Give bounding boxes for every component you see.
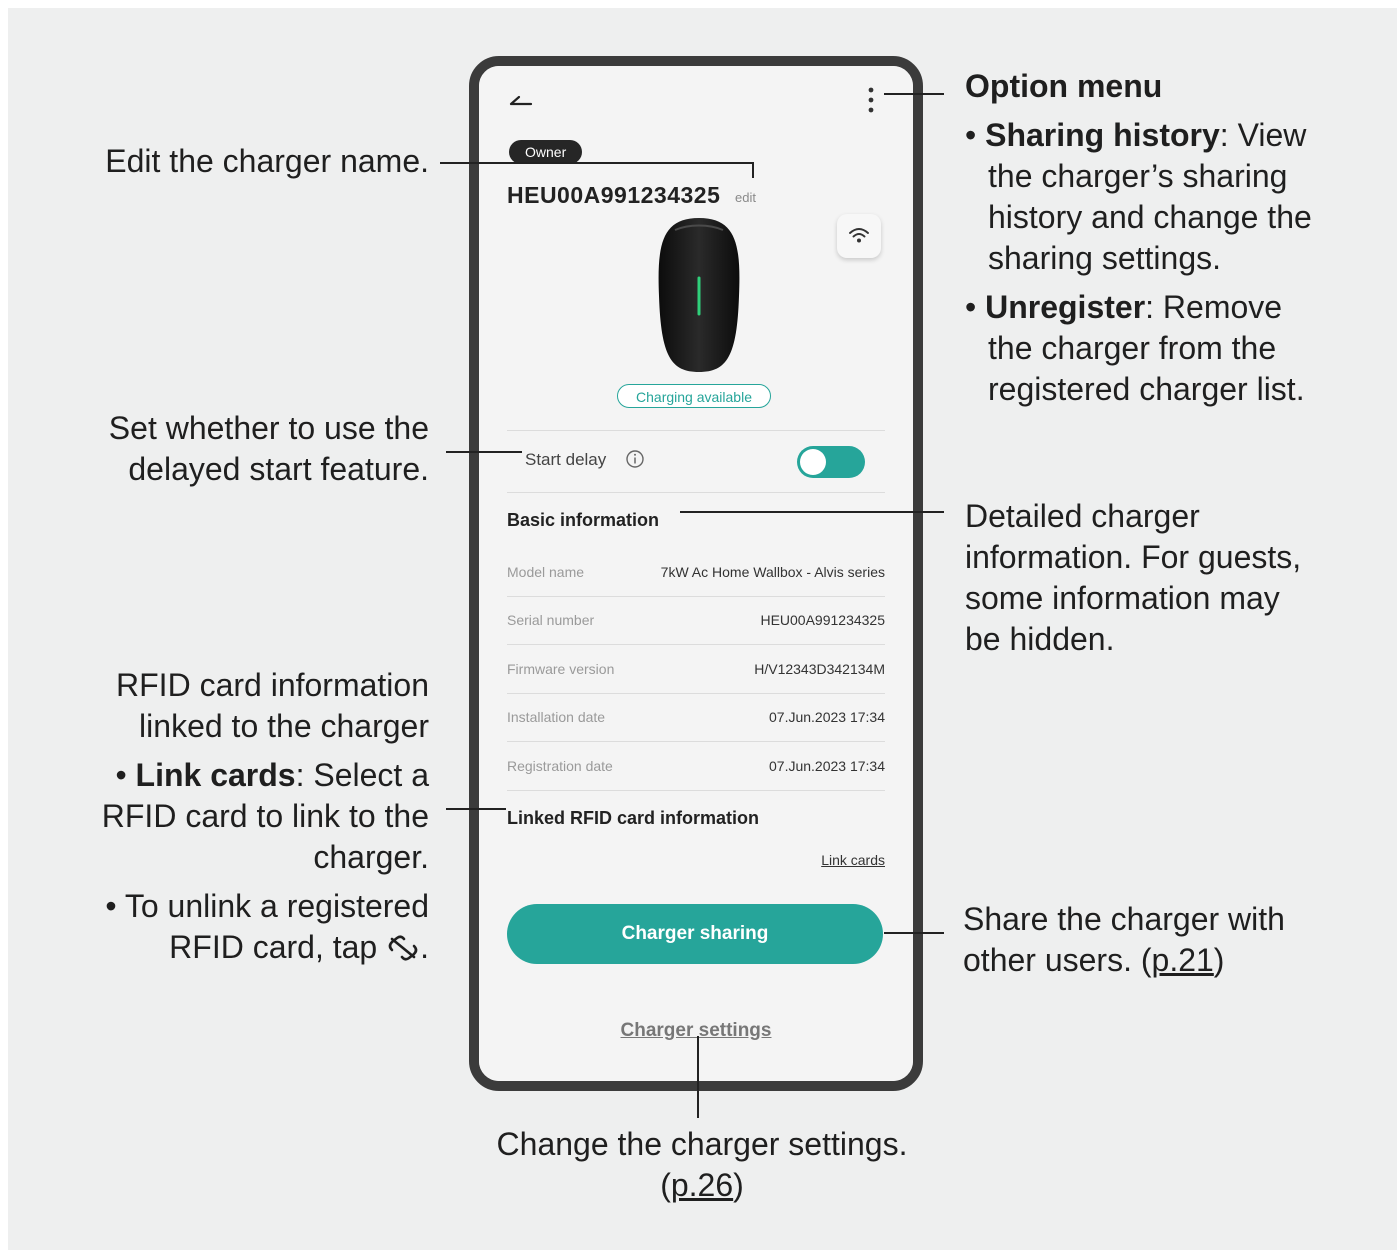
callout-text: Change the charger settings. [496, 1126, 908, 1162]
callout-text: : Remove [1145, 289, 1283, 325]
divider [507, 430, 885, 431]
divider [507, 741, 885, 742]
callout-text: Detailed charger [965, 498, 1200, 534]
callout-text: Set whether to use the [108, 410, 429, 446]
info-icon[interactable] [625, 449, 645, 469]
callout-text: ) [733, 1167, 744, 1203]
row-value: 07.Jun.2023 17:34 [769, 709, 885, 725]
callout-title: Option menu [965, 68, 1163, 104]
row-value: 7kW Ac Home Wallbox - Alvis series [660, 564, 885, 580]
callout-text: ( [660, 1167, 671, 1203]
leader-line [884, 93, 944, 95]
page-reference-link[interactable]: p.26 [671, 1167, 733, 1203]
link-cards-link[interactable]: Link cards [821, 852, 885, 868]
divider [507, 644, 885, 645]
callout-line: other users. (p.21) [963, 940, 1383, 981]
divider [507, 492, 885, 493]
callout-text: ) [1213, 942, 1225, 978]
callout-text: sharing settings. [988, 240, 1222, 276]
back-arrow-icon[interactable] [507, 88, 535, 112]
row-value: HEU00A991234325 [760, 612, 885, 628]
callout-bullet: • Sharing history: View [965, 117, 1307, 153]
divider [507, 596, 885, 597]
divider [507, 790, 885, 791]
option-menu-callout: Option menu • Sharing history: View the … [965, 66, 1385, 410]
charging-status-badge: Charging available [617, 384, 771, 408]
edit-name-callout: Edit the charger name. [105, 141, 429, 182]
toggle-knob [800, 449, 826, 475]
charger-settings-link[interactable]: Charger settings [479, 1020, 913, 1042]
callout-line: RFID card, tap . [169, 929, 429, 965]
settings-callout: Change the charger settings. (p.26) [400, 1124, 1004, 1206]
callout-bold: Unregister [985, 289, 1146, 325]
callout-text: : Select a [295, 757, 429, 793]
callout-text: the charger’s sharing [988, 158, 1288, 194]
leader-line [446, 808, 506, 810]
charger-sharing-button[interactable]: Charger sharing [507, 904, 883, 964]
callout-text: information. For guests, [965, 539, 1302, 575]
charger-detail-screen: Owner HEU00A991234325 edit Charging avai… [479, 66, 913, 1081]
callout-text: be hidden. [965, 621, 1115, 657]
wifi-icon [849, 228, 869, 243]
callout-text: Share the charger with [963, 901, 1285, 937]
owner-badge: Owner [509, 140, 583, 164]
row-value: 07.Jun.2023 17:34 [769, 758, 885, 774]
callout-bullet: • Link cards: Select a [115, 757, 429, 793]
phone-frame: Owner HEU00A991234325 edit Charging avai… [469, 56, 923, 1091]
callout-bullet: • Unregister: Remove [965, 289, 1283, 325]
callout-text: registered charger list. [988, 371, 1305, 407]
row-value: H/V12343D342134M [754, 661, 885, 677]
more-vertical-icon[interactable] [867, 86, 875, 114]
callout-bold: Sharing history [985, 117, 1220, 153]
callout-bullet: • To unlink a registered [105, 888, 429, 924]
callout-text: RFID card, tap [169, 929, 378, 965]
callout-text: RFID card to link to the [101, 798, 429, 834]
callout-text: To unlink a registered [124, 888, 429, 924]
basic-info-title: Basic information [507, 510, 660, 530]
callout-text: history and change the [988, 199, 1312, 235]
charger-name: HEU00A991234325 [507, 182, 721, 208]
leader-line [884, 932, 944, 934]
leader-line [440, 162, 754, 164]
share-callout: Share the charger with other users. (p.2… [963, 899, 1383, 981]
leader-line [680, 511, 944, 513]
callout-line: (p.26) [400, 1165, 1004, 1206]
row-label: Serial number [507, 612, 595, 628]
charger-device-image [658, 218, 740, 372]
callout-text: some information may [965, 580, 1280, 616]
row-label: Firmware version [507, 661, 615, 677]
leader-line [752, 162, 754, 178]
start-delay-callout: Set whether to use the delayed start fea… [109, 408, 429, 490]
start-delay-label: Start delay [525, 450, 607, 469]
callout-text: RFID card information [116, 667, 429, 703]
row-label: Model name [507, 564, 585, 580]
callout-text: the charger from the [988, 330, 1277, 366]
callout-text: Edit the charger name. [105, 143, 429, 179]
callout-text: linked to the charger [139, 708, 429, 744]
unlink-icon [388, 935, 418, 961]
callout-text: : View [1219, 117, 1307, 153]
row-label: Registration date [507, 758, 613, 774]
row-label: Installation date [507, 709, 606, 725]
leader-line [446, 451, 522, 453]
leader-line [697, 1036, 699, 1118]
detail-info-callout: Detailed charger information. For guests… [965, 496, 1385, 660]
callout-text: delayed start feature. [128, 451, 429, 487]
edit-name-link[interactable]: edit [735, 190, 756, 205]
callout-text: charger. [313, 839, 429, 875]
callout-text: other users. ( [963, 942, 1152, 978]
rfid-callout: RFID card information linked to the char… [102, 665, 429, 968]
rfid-title: Linked RFID card information [507, 808, 760, 828]
wifi-button[interactable] [837, 214, 881, 258]
divider [507, 693, 885, 694]
start-delay-toggle[interactable] [797, 446, 865, 478]
callout-bold: Link cards [135, 757, 296, 793]
page-reference-link[interactable]: p.21 [1152, 942, 1214, 978]
